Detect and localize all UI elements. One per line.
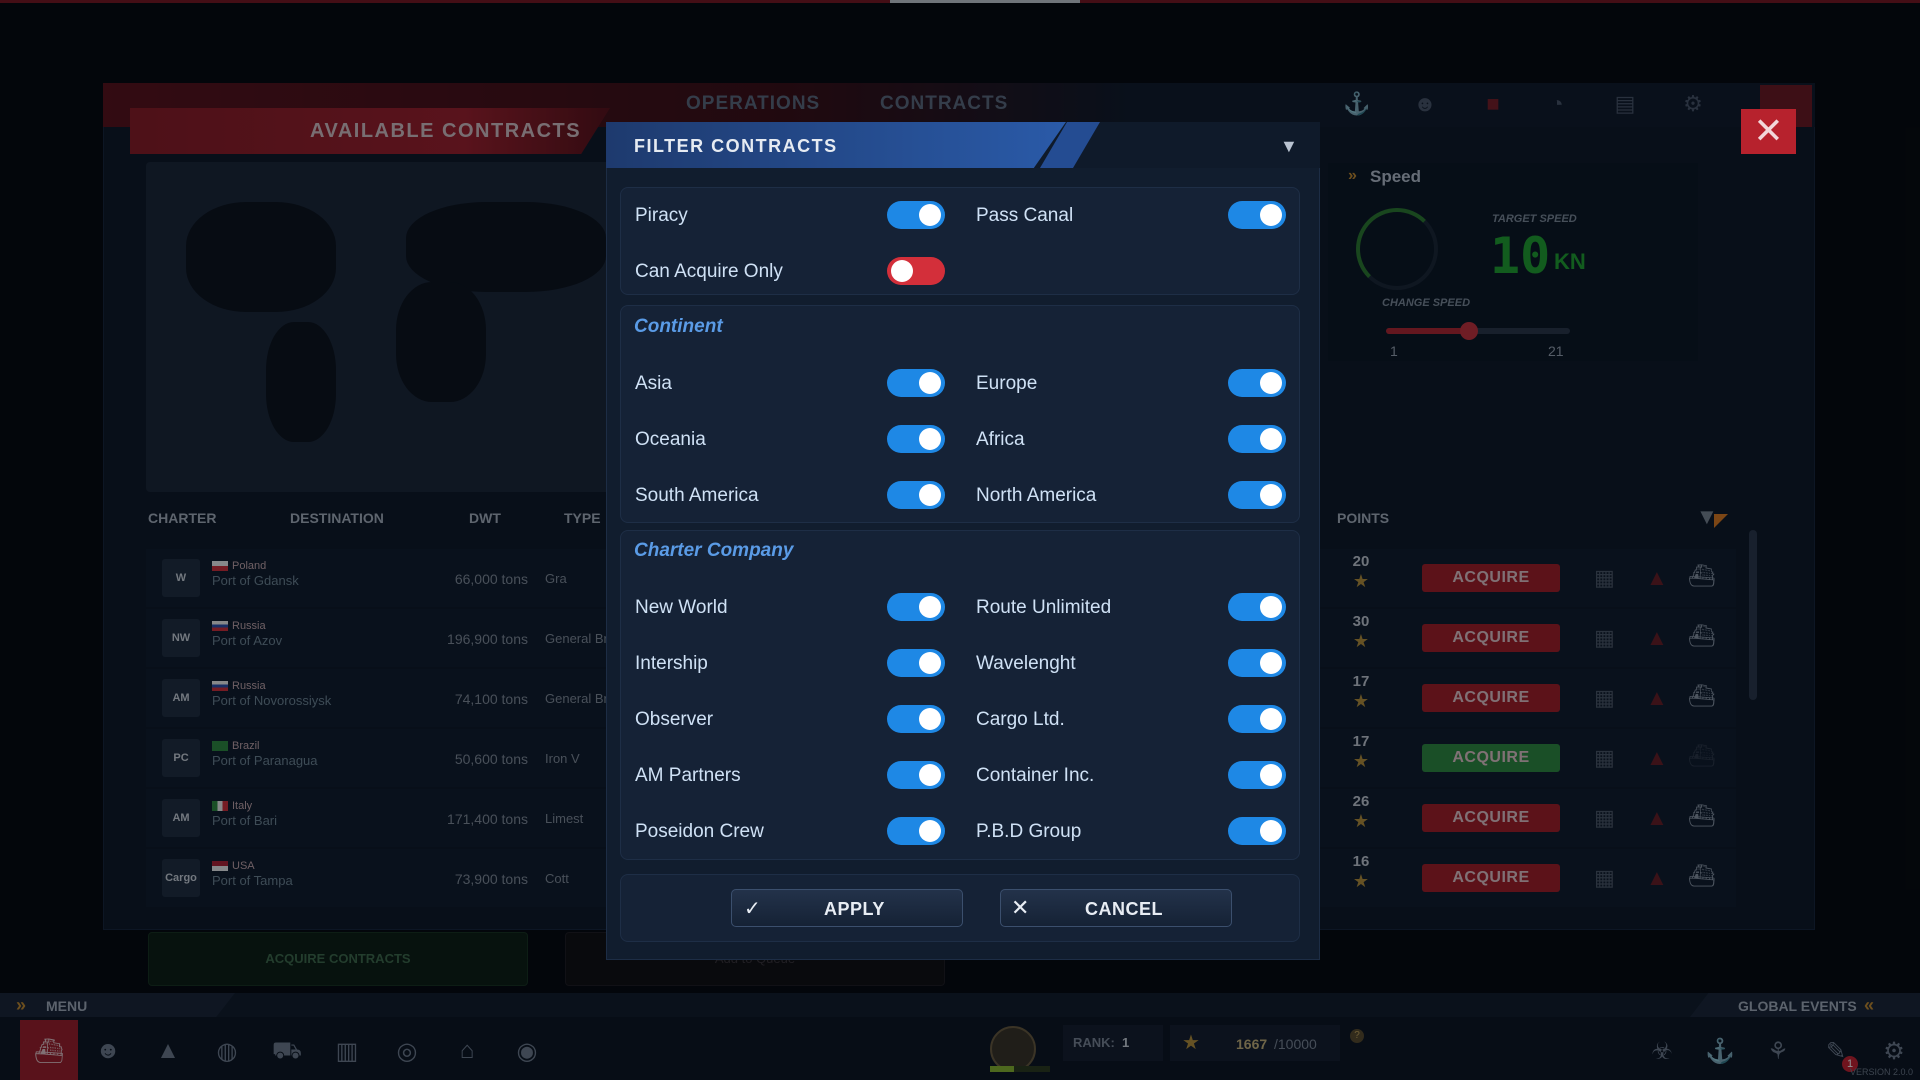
- toggle-south-america[interactable]: [887, 481, 945, 509]
- apply-button[interactable]: ✓ APPLY: [731, 889, 963, 927]
- filter-label-p-b-d-group: P.B.D Group: [976, 821, 1082, 842]
- toggle-knob: [919, 820, 941, 842]
- toggle-knob: [919, 428, 941, 450]
- toggle-knob: [1260, 764, 1282, 786]
- toggle-poseidon-crew[interactable]: [887, 817, 945, 845]
- toggle-knob: [919, 652, 941, 674]
- toggle-am-partners[interactable]: [887, 761, 945, 789]
- check-icon: ✓: [744, 898, 761, 920]
- toggle-knob: [919, 204, 941, 226]
- apply-label: APPLY: [824, 899, 885, 919]
- toggle-route-unlimited[interactable]: [1228, 593, 1286, 621]
- filter-label-wavelenght: Wavelenght: [976, 653, 1076, 674]
- filter-label-container-inc: Container Inc.: [976, 765, 1095, 786]
- filter-label-poseidon-crew: Poseidon Crew: [635, 821, 764, 842]
- filter-label-cargo-ltd: Cargo Ltd.: [976, 709, 1065, 730]
- cancel-label: CANCEL: [1085, 899, 1163, 919]
- filter-label-south-america: South America: [635, 485, 759, 506]
- toggle-knob: [1260, 204, 1282, 226]
- dialog-title: FILTER CONTRACTS: [634, 136, 838, 156]
- filter-label-oceania: Oceania: [635, 429, 706, 450]
- charter-company-title: Charter Company: [634, 540, 794, 561]
- filter-icon: ▼: [1280, 136, 1298, 156]
- filter-label-observer: Observer: [635, 709, 714, 730]
- toggle-north-america[interactable]: [1228, 481, 1286, 509]
- toggle-observer[interactable]: [887, 705, 945, 733]
- toggle-oceania[interactable]: [887, 425, 945, 453]
- toggle-knob: [1260, 652, 1282, 674]
- toggle-knob: [891, 260, 913, 282]
- toggle-knob: [1260, 596, 1282, 618]
- filter-label-pass-canal: Pass Canal: [976, 205, 1074, 226]
- filter-label-north-america: North America: [976, 485, 1097, 506]
- toggle-knob: [919, 596, 941, 618]
- toggle-africa[interactable]: [1228, 425, 1286, 453]
- toggle-knob: [919, 764, 941, 786]
- filter-label-am-partners: AM Partners: [635, 765, 741, 786]
- filter-label-can-acquire-only: Can Acquire Only: [635, 261, 783, 282]
- toggle-knob: [919, 484, 941, 506]
- toggle-wavelenght[interactable]: [1228, 649, 1286, 677]
- toggle-p-b-d-group[interactable]: [1228, 817, 1286, 845]
- toggle-can-acquire-only[interactable]: [887, 257, 945, 285]
- continent-title: Continent: [634, 316, 723, 337]
- toggle-knob: [919, 708, 941, 730]
- charter-company-section: [620, 530, 1300, 860]
- toggle-piracy[interactable]: [887, 201, 945, 229]
- toggle-container-inc[interactable]: [1228, 761, 1286, 789]
- toggle-knob: [1260, 428, 1282, 450]
- toggle-new-world[interactable]: [887, 593, 945, 621]
- cancel-button[interactable]: ✕ CANCEL: [1000, 889, 1232, 927]
- filter-label-africa: Africa: [976, 429, 1025, 450]
- close-icon[interactable]: ✕: [1741, 109, 1796, 154]
- filter-label-new-world: New World: [635, 597, 728, 618]
- toggle-knob: [1260, 484, 1282, 506]
- filter-label-piracy: Piracy: [635, 205, 688, 226]
- toggle-pass-canal[interactable]: [1228, 201, 1286, 229]
- toggle-knob: [919, 372, 941, 394]
- filter-label-asia: Asia: [635, 373, 672, 394]
- toggle-knob: [1260, 708, 1282, 730]
- toggle-knob: [1260, 820, 1282, 842]
- toggle-knob: [1260, 372, 1282, 394]
- toggle-intership[interactable]: [887, 649, 945, 677]
- filter-label-intership: Intership: [635, 653, 708, 674]
- toggle-asia[interactable]: [887, 369, 945, 397]
- filter-label-route-unlimited: Route Unlimited: [976, 597, 1112, 618]
- toggle-europe[interactable]: [1228, 369, 1286, 397]
- toggle-cargo-ltd[interactable]: [1228, 705, 1286, 733]
- x-icon: ✕: [1011, 895, 1030, 920]
- filter-label-europe: Europe: [976, 373, 1038, 394]
